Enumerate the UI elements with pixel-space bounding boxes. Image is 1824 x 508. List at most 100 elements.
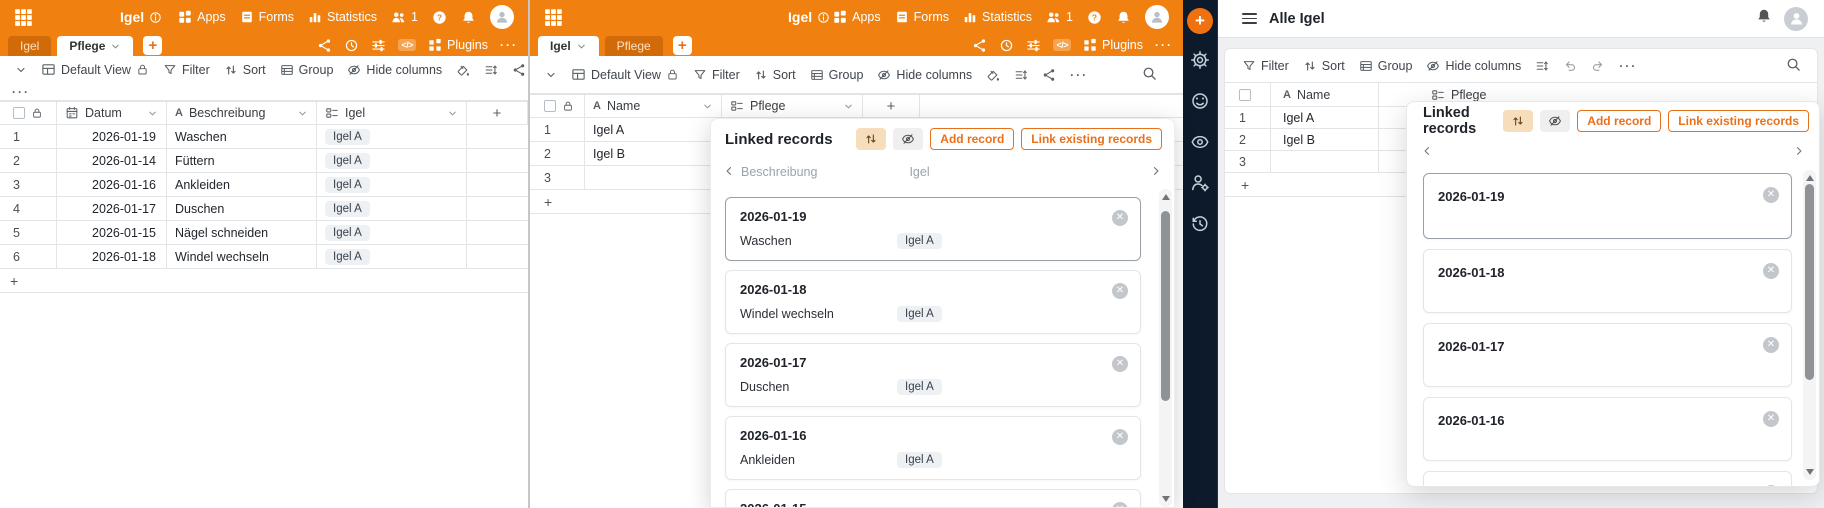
select-all-checkbox[interactable] <box>544 100 556 112</box>
api-code-icon[interactable]: </> <box>398 39 416 51</box>
add-table-button[interactable]: + <box>143 35 163 55</box>
tab-pflege[interactable]: Pflege <box>57 36 134 56</box>
toolbar-overflow-icon[interactable]: ··· <box>1063 68 1095 82</box>
sliders-icon[interactable] <box>1026 38 1041 53</box>
unlink-close-icon[interactable]: ✕ <box>1112 356 1128 372</box>
link-existing-records-button[interactable]: Link existing records <box>1021 128 1162 150</box>
link-badge[interactable]: Igel A <box>325 176 370 193</box>
cell-igel[interactable]: Igel A <box>317 221 467 244</box>
unlink-close-icon[interactable]: ✕ <box>1112 210 1128 226</box>
popover-scrollbar[interactable] <box>1803 170 1816 480</box>
more-icon[interactable]: ··· <box>500 38 518 52</box>
table-row[interactable]: 3 2026-01-16 Ankleiden Igel A <box>0 173 528 197</box>
column-header-igel[interactable]: Igel <box>317 102 467 124</box>
add-column-button[interactable]: + <box>863 95 920 117</box>
tab-igel[interactable]: Igel <box>8 36 52 56</box>
add-row-button[interactable]: + <box>0 269 528 293</box>
link-badge[interactable]: Igel A <box>325 128 370 145</box>
filter-button[interactable]: Filter <box>1235 59 1296 73</box>
history-icon[interactable] <box>999 38 1014 53</box>
sliders-icon[interactable] <box>371 38 386 53</box>
nav-apps[interactable]: Apps <box>833 10 881 24</box>
add-record-button[interactable]: Add record <box>1577 110 1662 132</box>
cell-igel[interactable]: Igel A <box>317 149 467 172</box>
link-badge[interactable]: Igel A <box>325 224 370 241</box>
search-button[interactable] <box>1142 66 1157 84</box>
share-view-button[interactable] <box>505 63 533 77</box>
plugins-button[interactable]: Plugins <box>1083 38 1143 52</box>
unlink-close-icon[interactable]: ✕ <box>1112 429 1128 445</box>
linked-record-card[interactable]: 2026-01-16 ✕ <box>1423 397 1792 461</box>
chevron-right-icon[interactable] <box>1793 144 1805 162</box>
scroll-down-icon[interactable] <box>1162 496 1170 502</box>
linked-record-card[interactable]: 2026-01-18 ✕ <box>1423 249 1792 313</box>
chevron-left-icon[interactable] <box>723 165 735 180</box>
sort-button[interactable]: Sort <box>747 68 803 82</box>
view-switcher[interactable]: Default View <box>34 62 156 77</box>
column-header-beschreibung[interactable]: A Beschreibung <box>167 102 317 124</box>
linked-record-card[interactable]: 2026-01-15 ✕ <box>725 489 1141 507</box>
hide-fields-button[interactable] <box>1540 110 1571 132</box>
cell-igel[interactable]: Igel A <box>317 197 467 220</box>
cell-name[interactable]: Igel A <box>1271 107 1379 128</box>
linked-record-card[interactable]: 2026-01-19 ✕ <box>1423 173 1792 239</box>
collaborators[interactable]: 1 <box>1046 10 1073 25</box>
info-icon[interactable] <box>149 11 162 24</box>
collaborators[interactable]: 1 <box>391 10 418 25</box>
cell-beschreibung[interactable]: Ankleiden <box>167 173 317 196</box>
chevron-down-icon[interactable] <box>447 108 458 119</box>
cell-name[interactable]: Igel A <box>585 118 722 141</box>
help-icon[interactable] <box>432 10 447 25</box>
add-table-button[interactable]: + <box>672 35 692 55</box>
column-header-name[interactable]: A Name <box>1271 83 1379 106</box>
info-icon[interactable] <box>817 11 830 24</box>
linked-record-card[interactable]: 2026-01-19 ✕ Waschen Igel A <box>725 197 1141 261</box>
nav-statistics[interactable]: Statistics <box>308 10 377 24</box>
cell-name[interactable]: Igel B <box>1271 129 1379 150</box>
undo-button[interactable] <box>1556 59 1584 73</box>
row-color-button[interactable] <box>979 68 1007 82</box>
chevron-right-icon[interactable] <box>1150 165 1162 180</box>
cell-name[interactable] <box>1271 151 1379 172</box>
cell-beschreibung[interactable]: Nägel schneiden <box>167 221 317 244</box>
share-icon[interactable] <box>317 38 332 53</box>
nav-statistics[interactable]: Statistics <box>963 10 1032 24</box>
search-button[interactable] <box>1786 57 1801 75</box>
cell-datum[interactable]: 2026-01-14 <box>57 149 167 172</box>
sort-button[interactable]: Sort <box>217 63 273 77</box>
avatar[interactable] <box>1145 5 1169 29</box>
user-settings-icon[interactable] <box>1190 173 1210 198</box>
nav-apps[interactable]: Apps <box>178 10 226 24</box>
chevron-left-icon[interactable] <box>1421 144 1433 162</box>
group-button[interactable]: Group <box>803 68 871 82</box>
nav-forms[interactable]: Forms <box>240 10 294 24</box>
tab-igel[interactable]: Igel <box>538 36 599 56</box>
cell-datum[interactable]: 2026-01-15 <box>57 221 167 244</box>
linked-record-card[interactable]: 2026-01-15 ✕ <box>1423 471 1792 486</box>
table-row[interactable]: 2 2026-01-14 Füttern Igel A <box>0 149 528 173</box>
cell-name[interactable] <box>585 166 722 189</box>
add-record-button[interactable]: Add record <box>930 128 1015 150</box>
group-button[interactable]: Group <box>1352 59 1420 73</box>
cell-igel[interactable]: Igel A <box>317 173 467 196</box>
link-badge[interactable]: Igel A <box>325 248 370 265</box>
chevron-down-icon[interactable] <box>147 108 158 119</box>
cell-name[interactable]: Igel B <box>585 142 722 165</box>
view-switcher[interactable]: Default View <box>564 67 686 82</box>
scroll-up-icon[interactable] <box>1806 175 1814 181</box>
row-height-button[interactable] <box>1528 59 1556 73</box>
toolbar-overflow-icon[interactable]: ··· <box>12 85 30 99</box>
cell-beschreibung[interactable]: Duschen <box>167 197 317 220</box>
help-icon[interactable] <box>1087 10 1102 25</box>
settings-gear-icon[interactable] <box>1190 50 1210 75</box>
history-icon[interactable] <box>1190 214 1210 239</box>
collapse-views-button[interactable] <box>538 69 564 81</box>
app-grid-logo-icon[interactable] <box>544 8 563 27</box>
group-button[interactable]: Group <box>273 63 341 77</box>
nav-forms[interactable]: Forms <box>895 10 949 24</box>
modal-scrollbar[interactable] <box>1159 189 1172 507</box>
linked-record-card[interactable]: 2026-01-18 ✕ Windel wechseln Igel A <box>725 270 1141 334</box>
hide-fields-button[interactable] <box>893 128 924 150</box>
collapse-views-button[interactable] <box>8 64 34 76</box>
bell-icon[interactable] <box>461 10 476 25</box>
